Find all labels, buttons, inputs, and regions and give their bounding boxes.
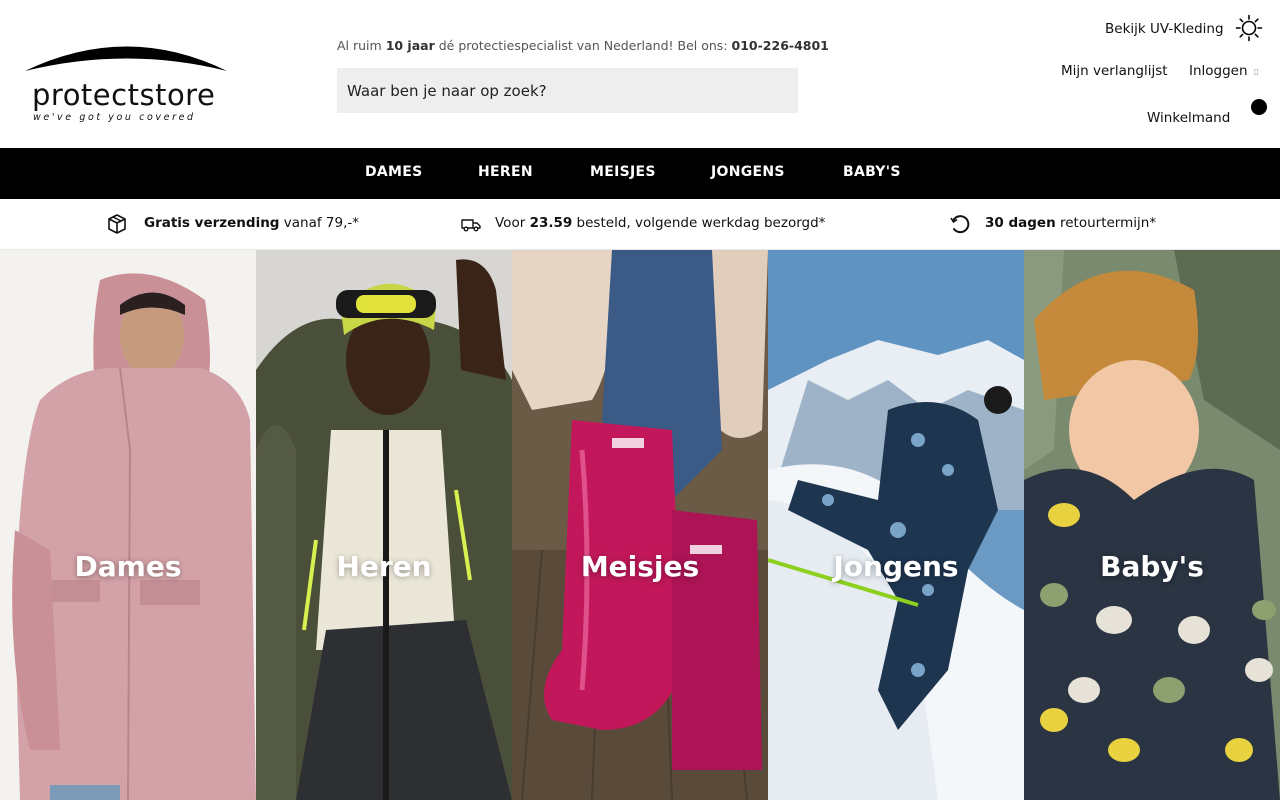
nav-item-heren[interactable]: HEREN — [478, 164, 533, 180]
tile-jongens[interactable]: Jongens — [768, 250, 1024, 800]
search-input[interactable] — [337, 68, 798, 113]
woman-pink-parka-image — [0, 250, 256, 800]
tile-label-jongens: Jongens — [833, 550, 959, 583]
tile-label-heren: Heren — [336, 550, 432, 583]
return-icon — [950, 215, 970, 234]
site-logo[interactable]: protectstore we've got you covered — [22, 34, 232, 129]
usp-returns: 30 dagen retourtermijn* — [985, 215, 1156, 231]
usp-next-day-text: besteld, volgende werkdag bezorgd* — [572, 215, 826, 231]
login-link[interactable]: Inloggen — [1189, 63, 1248, 79]
nav-item-meisjes[interactable]: MEISJES — [590, 164, 656, 180]
category-tiles: Dames Heren Meisjes Jongens Baby's — [0, 250, 1280, 800]
tagline-text: Al ruim — [337, 38, 386, 53]
tagline-years: 10 jaar — [385, 38, 435, 53]
logo-tagline: we've got you covered — [33, 112, 196, 123]
phone-number: 010-226-4801 — [731, 38, 829, 53]
nav-item-babys[interactable]: BABY'S — [843, 164, 901, 180]
logo-arc-icon — [25, 46, 227, 71]
package-icon — [108, 214, 126, 234]
tile-babys[interactable]: Baby's — [1024, 250, 1280, 800]
tile-label-babys: Baby's — [1100, 550, 1204, 583]
logo-wordmark: protectstore — [32, 78, 216, 112]
usp-free-shipping: Gratis verzending vanaf 79,-* — [144, 215, 359, 231]
tile-label-meisjes: Meisjes — [580, 550, 700, 583]
usp-next-day: Voor 23.59 besteld, volgende werkdag bez… — [495, 215, 825, 231]
user-icon: ▯ — [1254, 67, 1259, 76]
usp-returns-bold: 30 dagen — [985, 215, 1056, 231]
main-nav: DAMES HEREN MEISJES JONGENS BABY'S — [0, 148, 1280, 199]
tagline-text-2: dé protectiespecialist van Nederland! Be… — [434, 38, 732, 53]
boy-skiing-snow-image — [768, 250, 1024, 800]
usp-next-day-pre: Voor — [495, 215, 530, 231]
cart-link[interactable]: Winkelmand — [1147, 110, 1230, 126]
uv-clothing-link[interactable]: Bekijk UV-Kleding — [1105, 21, 1224, 37]
wishlist-link[interactable]: Mijn verlanglijst — [1061, 63, 1168, 79]
cart-badge[interactable] — [1251, 99, 1267, 115]
usp-free-shipping-bold: Gratis verzending — [144, 215, 280, 231]
truck-icon — [461, 219, 481, 232]
tile-label-dames: Dames — [74, 550, 182, 583]
usp-bar: Gratis verzending vanaf 79,-* Voor 23.59… — [0, 199, 1280, 250]
sun-icon[interactable] — [1235, 14, 1263, 42]
man-green-jacket-image — [256, 250, 512, 800]
contact-tagline: Al ruim 10 jaar dé protectiespecialist v… — [337, 38, 829, 53]
usp-next-day-bold: 23.59 — [529, 215, 573, 231]
usp-free-shipping-text: vanaf 79,-* — [279, 215, 359, 231]
usp-returns-text: retourtermijn* — [1055, 215, 1157, 231]
site-header: protectstore we've got you covered Al ru… — [0, 0, 1280, 148]
tile-dames[interactable]: Dames — [0, 250, 256, 800]
baby-elephant-jacket-image — [1024, 250, 1280, 800]
tile-meisjes[interactable]: Meisjes — [512, 250, 768, 800]
tile-heren[interactable]: Heren — [256, 250, 512, 800]
nav-item-dames[interactable]: DAMES — [365, 164, 423, 180]
pink-rain-boots-image — [512, 250, 768, 800]
nav-item-jongens[interactable]: JONGENS — [711, 164, 785, 180]
